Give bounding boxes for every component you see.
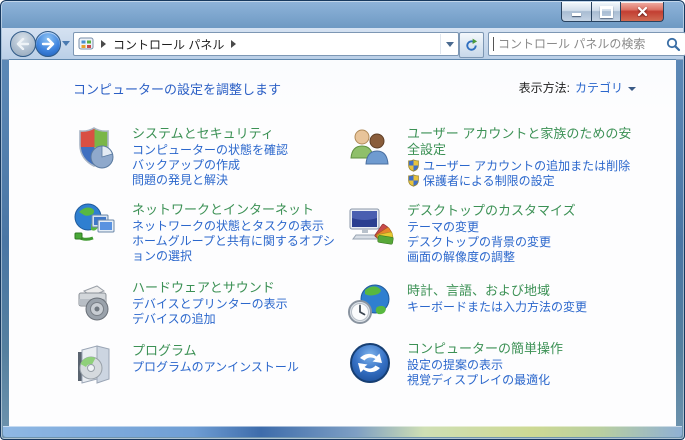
category-texts: 時計、言語、および地域 キーボードまたは入力方法の変更 [407, 281, 587, 329]
hardware-sound-icon[interactable] [71, 278, 119, 326]
back-button[interactable] [10, 31, 36, 57]
category-section: ネットワークとインターネット ネットワークの状態とタスクの表示 ホームグループと共有… [71, 200, 345, 264]
window-bottom-frame [3, 426, 682, 437]
category-section: デスクトップのカスタマイズ テーマの変更 デスクトップの背景の変更 画面の解像度の調整 [346, 201, 642, 265]
uac-shield-icon [407, 159, 420, 172]
category-title[interactable]: プログラム [132, 343, 299, 359]
clock-region-icon[interactable] [346, 281, 394, 329]
minimize-icon [572, 13, 581, 16]
system-security-icon[interactable] [71, 124, 119, 172]
appearance-icon[interactable] [346, 201, 394, 249]
control-panel-icon [78, 36, 94, 52]
category-section: コンピューターの簡単操作 設定の提案の表示 視覚ディスプレイの最適化 [346, 339, 642, 388]
close-button[interactable] [621, 2, 664, 22]
network-internet-icon[interactable] [71, 200, 119, 248]
category-texts: プログラム プログラムのアンインストール [132, 341, 299, 389]
content-header: コンピューターの設定を調整します 表示方法: カテゴリ [9, 60, 676, 112]
category-task-link[interactable]: 設定の提案の表示 [407, 358, 563, 373]
user-accounts-icon[interactable] [346, 124, 394, 172]
ease-access-icon[interactable] [346, 339, 394, 387]
breadcrumb-item-control-panel[interactable]: コントロール パネル [113, 36, 224, 53]
close-icon [637, 6, 647, 17]
category-task-link[interactable]: デスクトップの背景の変更 [407, 235, 576, 250]
back-arrow-icon [16, 38, 30, 50]
maximize-icon [599, 5, 613, 18]
refresh-icon [466, 38, 478, 51]
recent-pages-dropdown[interactable] [62, 41, 70, 46]
chevron-down-icon [445, 41, 454, 47]
navigation-bar: コントロール パネル [2, 28, 685, 60]
category-task-link[interactable]: デバイスの追加 [132, 312, 288, 327]
breadcrumb-arrow-icon[interactable] [101, 40, 106, 48]
category-section: 時計、言語、および地域 キーボードまたは入力方法の変更 [346, 281, 642, 329]
category-task-link[interactable]: バックアップの作成 [132, 158, 288, 173]
control-panel-home: コンピューターの設定を調整します 表示方法: カテゴリ システムとセキュリティコ… [9, 59, 676, 427]
category-texts: ハードウェアとサウンド デバイスとプリンターの表示 デバイスの追加 [132, 278, 288, 327]
address-dropdown-button[interactable] [440, 34, 458, 54]
category-title[interactable]: ネットワークとインターネット [132, 202, 345, 218]
category-task-link[interactable]: ユーザー アカウントの追加または削除 [407, 159, 642, 174]
text-caret [493, 37, 494, 51]
chevron-down-icon[interactable] [628, 86, 636, 91]
view-by-control: 表示方法: カテゴリ [519, 79, 636, 96]
category-title[interactable]: 時計、言語、および地域 [407, 283, 587, 299]
category-section: プログラム プログラムのアンインストール [71, 341, 345, 389]
category-texts: ネットワークとインターネット ネットワークの状態とタスクの表示 ホームグループと共有… [132, 200, 345, 264]
category-title[interactable]: ハードウェアとサウンド [132, 280, 288, 296]
category-column-right: ユーザー アカウントと家族のための安全設定 ユーザー アカウントの追加または削除保… [346, 124, 642, 388]
breadcrumb-arrow-icon[interactable] [231, 40, 237, 48]
address-bar[interactable]: コントロール パネル [73, 32, 459, 56]
page-title: コンピューターの設定を調整します [73, 82, 282, 97]
category-section: ユーザー アカウントと家族のための安全設定 ユーザー アカウントの追加または削除保… [346, 124, 642, 189]
search-box [488, 32, 685, 56]
minimize-button[interactable] [561, 2, 591, 22]
explorer-window: コントロール パネル コンピューターの設定を調整します 表示方法: カテゴリ [0, 0, 685, 440]
category-task-link[interactable]: テーマの変更 [407, 220, 576, 235]
category-task-link[interactable]: コンピューターの状態を確認 [132, 143, 288, 158]
category-title[interactable]: デスクトップのカスタマイズ [407, 203, 576, 219]
view-by-label: 表示方法: [518, 81, 570, 95]
programs-icon[interactable] [71, 341, 119, 389]
category-task-link[interactable]: 画面の解像度の調整 [407, 250, 576, 265]
refresh-button[interactable] [459, 32, 484, 58]
category-title[interactable]: システムとセキュリティ [132, 126, 288, 142]
category-texts: コンピューターの簡単操作 設定の提案の表示 視覚ディスプレイの最適化 [407, 339, 563, 388]
category-title[interactable]: ユーザー アカウントと家族のための安全設定 [407, 126, 642, 158]
search-input[interactable] [496, 36, 665, 52]
forward-arrow-icon [41, 38, 55, 50]
view-by-value-link[interactable]: カテゴリ [575, 79, 623, 96]
category-column-left: システムとセキュリティ コンピューターの状態を確認 バックアップの作成 問題の発見と解… [71, 124, 345, 389]
category-task-link[interactable]: 保護者による制限の設定 [407, 174, 642, 189]
forward-button[interactable] [35, 31, 61, 57]
category-texts: システムとセキュリティ コンピューターの状態を確認 バックアップの作成 問題の発見と解… [132, 124, 288, 188]
category-task-link[interactable]: プログラムのアンインストール [132, 360, 299, 375]
category-task-link[interactable]: デバイスとプリンターの表示 [132, 297, 288, 312]
window-controls [561, 2, 664, 22]
category-title[interactable]: コンピューターの簡単操作 [407, 341, 563, 357]
category-task-link[interactable]: 問題の発見と解決 [132, 173, 288, 188]
search-icon[interactable] [665, 36, 681, 52]
maximize-button[interactable] [591, 2, 621, 22]
category-task-link[interactable]: ネットワークの状態とタスクの表示 [132, 219, 345, 234]
category-texts: ユーザー アカウントと家族のための安全設定 ユーザー アカウントの追加または削除保… [407, 124, 642, 189]
category-task-link[interactable]: 視覚ディスプレイの最適化 [407, 373, 563, 388]
category-task-link[interactable]: ホームグループと共有に関するオプションの選択 [132, 234, 345, 264]
category-section: システムとセキュリティ コンピューターの状態を確認 バックアップの作成 問題の発見と解… [71, 124, 345, 188]
uac-shield-icon [407, 174, 420, 187]
category-texts: デスクトップのカスタマイズ テーマの変更 デスクトップの背景の変更 画面の解像度の調整 [407, 201, 576, 265]
category-section: ハードウェアとサウンド デバイスとプリンターの表示 デバイスの追加 [71, 278, 345, 327]
category-task-link[interactable]: キーボードまたは入力方法の変更 [407, 300, 587, 315]
